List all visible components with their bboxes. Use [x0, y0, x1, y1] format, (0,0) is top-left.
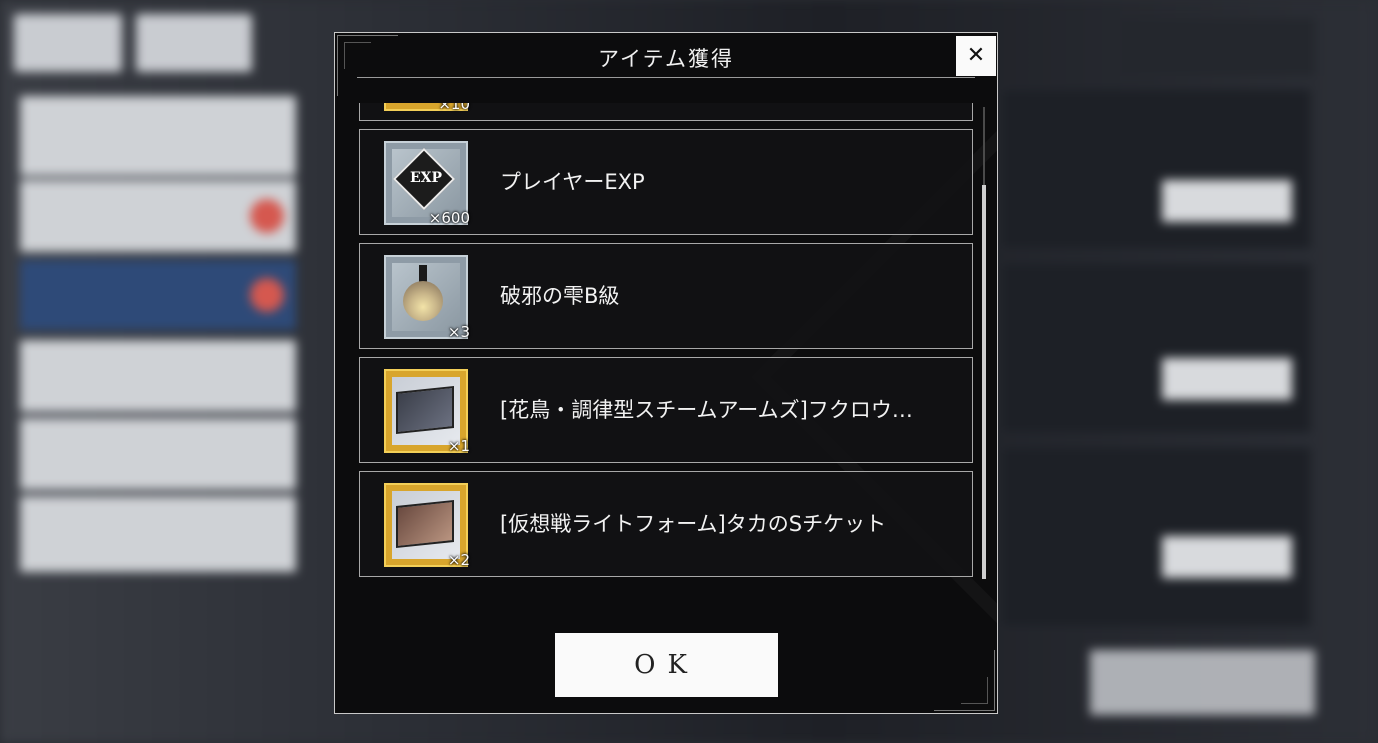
bg-menu-item	[20, 418, 296, 490]
bg-back-button	[14, 14, 122, 72]
exp-icon: EXP ×600	[384, 141, 470, 227]
item-name: [仮想戦ライトフォーム]タカのSチケット	[500, 512, 887, 536]
corner-ornament	[934, 650, 995, 711]
bg-action-button	[1162, 180, 1292, 222]
list-item: ×1 [花鳥・調律型スチームアームズ]フクロウ…	[359, 357, 973, 463]
bg-right-panel	[1000, 262, 1312, 434]
bg-home-button	[136, 14, 252, 72]
item-acquired-dialog: アイテム獲得 ✕ ×10 EXP ×600 プレイヤーEXP ×3 破邪の雫B級	[334, 32, 998, 714]
list-item: EXP ×600 プレイヤーEXP	[359, 129, 973, 235]
item-quantity: ×3	[447, 323, 470, 341]
bg-action-button	[1162, 358, 1292, 400]
ok-button[interactable]: OK	[555, 633, 778, 697]
title-divider	[357, 77, 975, 78]
item-quantity: ×10	[438, 103, 470, 113]
item-name: 破邪の雫B級	[500, 284, 620, 308]
list-item: ×3 破邪の雫B級	[359, 243, 973, 349]
item-quantity: ×1	[447, 437, 470, 455]
item-list[interactable]: ×10 EXP ×600 プレイヤーEXP ×3 破邪の雫B級 ×1 [花鳥・調…	[359, 103, 975, 583]
item-name: プレイヤーEXP	[500, 170, 645, 194]
bg-menu-item	[20, 496, 296, 572]
item-quantity: ×2	[447, 551, 470, 569]
exp-icon-label: EXP	[409, 170, 443, 186]
potion-bottle-icon: ×3	[384, 255, 470, 341]
bg-menu-item	[20, 180, 296, 252]
list-item: ×10	[359, 103, 973, 121]
scrollbar-thumb[interactable]	[982, 185, 986, 579]
bg-action-button	[1162, 536, 1292, 578]
item-quantity: ×600	[428, 209, 470, 227]
character-ticket-icon: ×2	[384, 483, 470, 569]
bg-bottom-button	[1090, 650, 1315, 715]
close-button[interactable]: ✕	[956, 36, 996, 76]
bg-notification-dot	[250, 278, 284, 312]
dialog-title: アイテム獲得	[598, 47, 734, 71]
gold-partial-icon: ×10	[384, 103, 470, 113]
list-item: ×2 [仮想戦ライトフォーム]タカのSチケット	[359, 471, 973, 577]
bg-menu-item	[20, 96, 296, 176]
bg-right-panel	[1000, 88, 1312, 250]
bg-menu-item-active	[20, 260, 296, 330]
bg-menu-item	[20, 340, 296, 412]
bg-header-bar	[1120, 18, 1315, 76]
bg-notification-dot	[250, 199, 284, 233]
character-ticket-icon: ×1	[384, 369, 470, 455]
item-name: [花鳥・調律型スチームアームズ]フクロウ…	[500, 398, 913, 422]
